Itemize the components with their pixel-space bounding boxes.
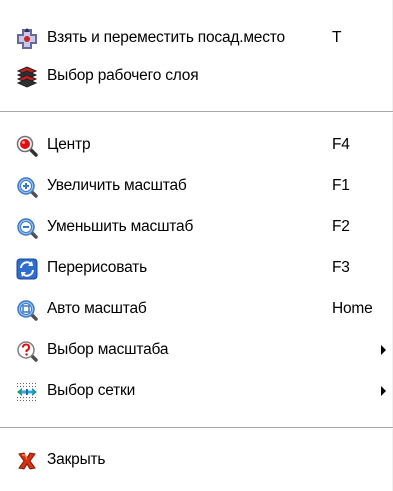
menu-item-zoom-out[interactable]: Уменьшить масштаб F2 [0,211,393,243]
menu-item-label: Перерисовать [47,259,147,276]
menu-item-label: Выбор масштаба [47,341,169,358]
close-icon [16,450,38,472]
menu-item-select-grid[interactable]: Выбор сетки [0,375,393,407]
menu-item-shortcut: F2 [332,218,350,235]
menu-item-auto-zoom[interactable]: Авто масштаб Home [0,293,393,325]
move-pad-icon [16,28,38,50]
submenu-arrow-icon [381,386,386,396]
menu-item-label: Взять и переместить посад.место [47,29,285,46]
menu-item-label: Выбор сетки [47,382,136,399]
menu-item-select-zoom[interactable]: Выбор масштаба [0,334,393,366]
menu-item-label: Авто масштаб [47,300,147,317]
menu-item-move-pad[interactable]: Взять и переместить посад.место T [0,22,393,54]
menu-item-shortcut: F1 [332,177,350,194]
layers-icon [16,66,38,88]
menu-item-shortcut: Home [332,300,373,317]
menu-item-shortcut: F3 [332,259,350,276]
menu-item-close[interactable]: Закрыть [0,444,393,476]
menu-item-shortcut: T [332,29,342,46]
menu-item-zoom-in[interactable]: Увеличить масштаб F1 [0,170,393,202]
menu-item-redraw[interactable]: Перерисовать F3 [0,252,393,284]
zoom-in-icon [16,176,38,198]
redraw-icon [16,258,38,280]
submenu-arrow-icon [381,345,386,355]
menu-item-shortcut: F4 [332,136,350,153]
menu-item-center[interactable]: Центр F4 [0,129,393,161]
menu-item-label: Закрыть [47,451,106,468]
menu-separator [0,427,393,429]
menu-item-label: Уменьшить масштаб [47,218,194,235]
zoom-out-icon [16,217,38,239]
menu-item-label: Центр [47,136,91,153]
zoom-auto-icon [16,299,38,321]
menu-separator [0,111,393,113]
context-menu: Взять и переместить посад.место T Выбор … [0,0,393,491]
menu-item-select-layer[interactable]: Выбор рабочего слоя [0,60,393,92]
zoom-center-icon [16,135,38,157]
menu-item-label: Увеличить масштаб [47,177,187,194]
menu-item-label: Выбор рабочего слоя [47,67,199,84]
zoom-select-icon [16,340,38,362]
grid-icon [16,381,38,403]
